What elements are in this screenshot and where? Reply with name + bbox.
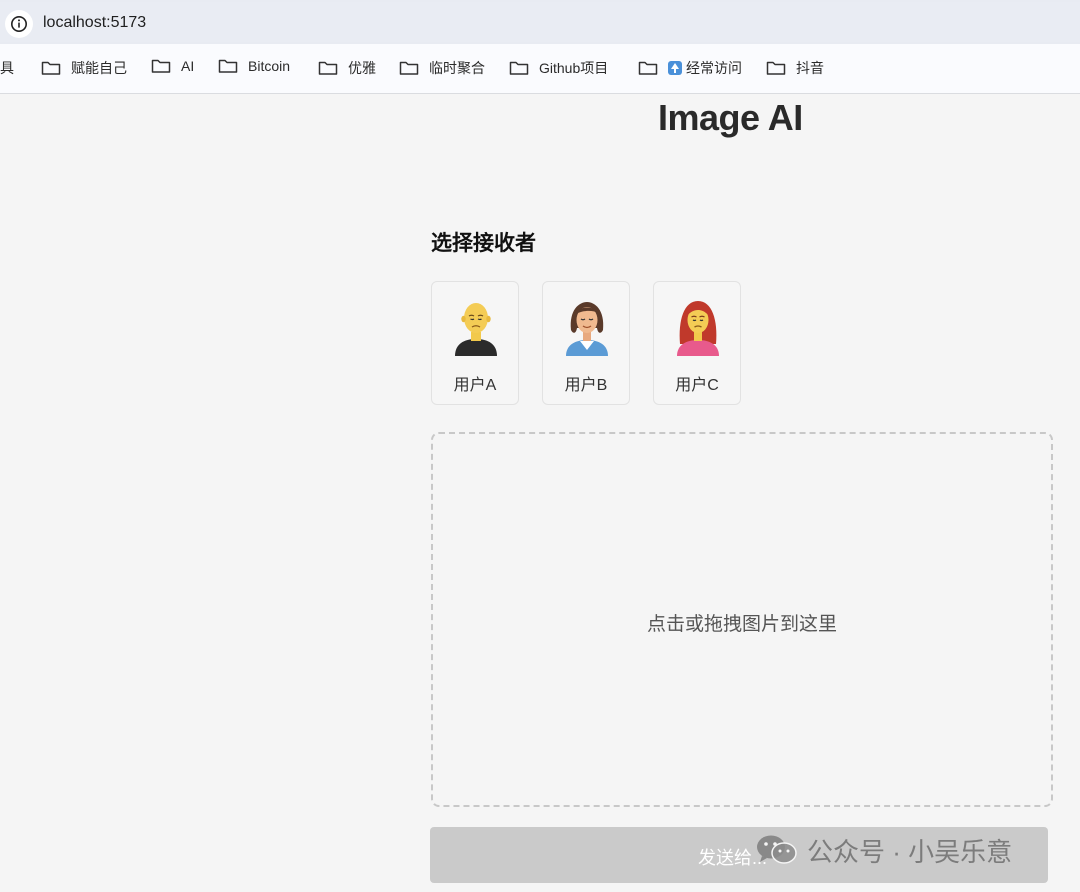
bookmark-label: 赋能自己 — [71, 60, 127, 76]
folder-icon — [151, 59, 171, 73]
folder-icon — [509, 61, 529, 75]
bookmark-folder-elegant[interactable]: 优雅 — [318, 58, 376, 78]
bookmarks-bar: 工具 赋能自己 AI Bitcoin 优雅 临时聚合 Github项目 经常访问… — [0, 44, 1080, 94]
folder-icon — [638, 61, 658, 75]
bookmark-label: 工具 — [0, 60, 14, 76]
bookmark-folder-temp[interactable]: 临时聚合 — [399, 58, 485, 78]
bookmark-label: Bitcoin — [248, 58, 291, 74]
folder-icon — [399, 61, 419, 75]
red-hair-woman-avatar-icon — [677, 301, 719, 356]
bookmark-label: Github项目 — [539, 60, 609, 76]
url-bar[interactable]: localhost:5173 — [0, 2, 1080, 42]
user-card-b[interactable]: 用户B — [542, 281, 630, 405]
wechat-icon — [757, 835, 797, 864]
bookmark-folder-bitcoin[interactable]: Bitcoin — [218, 58, 290, 74]
bookmark-folder-github[interactable]: Github项目 — [509, 58, 608, 78]
user-label: 用户B — [564, 377, 608, 394]
up-arrow-icon — [668, 61, 682, 75]
site-info-icon[interactable] — [5, 10, 33, 38]
bookmark-folder-frequent[interactable]: 经常访问 — [638, 58, 742, 78]
user-label: 用户C — [675, 377, 719, 394]
bald-man-avatar-icon — [455, 303, 497, 356]
folder-icon — [766, 61, 786, 75]
receivers-heading: 选择接收者 — [431, 232, 536, 255]
page-title: Image AI — [658, 97, 803, 138]
user-card-c[interactable]: 用户C — [653, 281, 741, 405]
bookmark-folder-empower[interactable]: 赋能自己 — [41, 58, 127, 78]
url-text[interactable]: localhost:5173 — [43, 14, 146, 32]
bookmark-folder-tools[interactable]: 工具 — [0, 58, 14, 78]
folder-icon — [41, 61, 61, 75]
bookmark-label: 临时聚合 — [429, 60, 485, 76]
user-card-a[interactable]: 用户A — [431, 281, 519, 405]
watermark-text: 公众号 · 小吴乐意 — [807, 836, 1013, 867]
user-label: 用户A — [453, 377, 497, 394]
bookmark-folder-ai[interactable]: AI — [151, 58, 194, 74]
short-hair-woman-avatar-icon — [566, 302, 608, 356]
browser-address-bar: localhost:5173 — [0, 0, 1080, 44]
image-dropzone[interactable]: 点击或拖拽图片到这里 — [431, 432, 1053, 807]
folder-icon — [218, 59, 238, 73]
bookmark-folder-douyin[interactable]: 抖音 — [766, 58, 824, 78]
bookmark-label: AI — [181, 58, 195, 74]
bookmark-label: 抖音 — [796, 60, 824, 76]
bookmark-label: 经常访问 — [686, 60, 742, 76]
folder-icon — [318, 61, 338, 75]
watermark: 公众号 · 小吴乐意 — [755, 832, 1012, 868]
bookmark-label: 优雅 — [348, 60, 376, 76]
dropzone-hint: 点击或拖拽图片到这里 — [646, 614, 837, 635]
